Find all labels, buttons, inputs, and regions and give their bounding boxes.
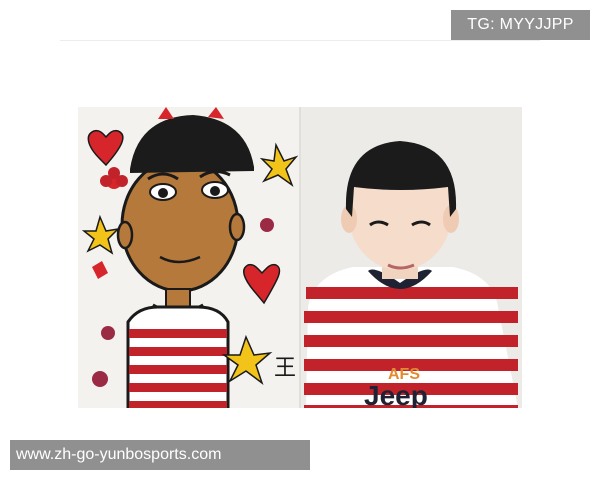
telegram-watermark-badge: TG: MYYJJPP xyxy=(451,10,590,40)
website-url-watermark: www.zh-go-yunbosports.com xyxy=(10,440,310,470)
top-divider xyxy=(60,40,540,41)
comparison-photo: 王 AFS Jeep xyxy=(78,107,522,408)
drawing-caption-character: 王 xyxy=(274,356,296,381)
boy-photo: AFS Jeep xyxy=(301,107,522,408)
child-drawing: 王 xyxy=(78,107,300,408)
shirt-print-bottom: Jeep xyxy=(364,380,428,408)
